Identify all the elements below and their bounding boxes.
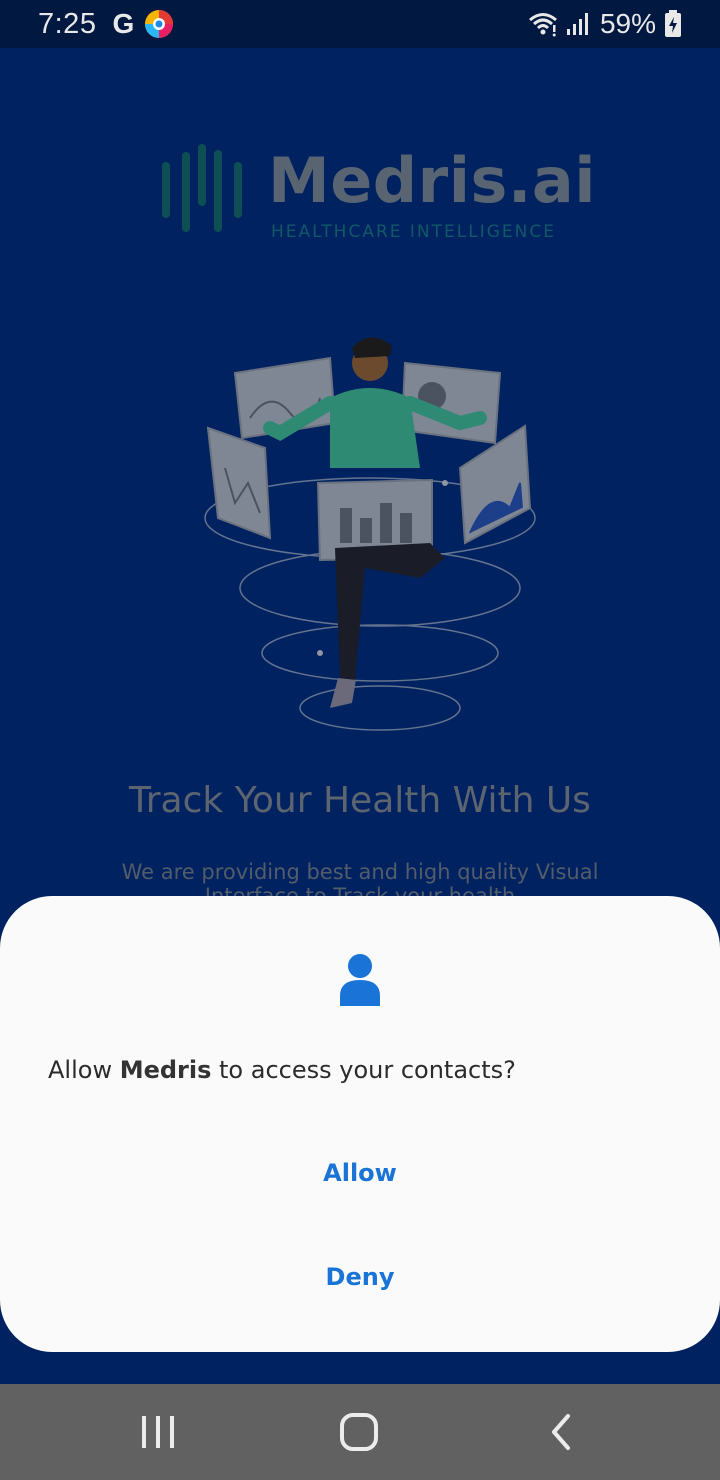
wifi-icon bbox=[528, 13, 557, 37]
health-tracking-illustration bbox=[204, 337, 536, 731]
logo-bars-icon bbox=[162, 144, 242, 232]
google-icon: G bbox=[112, 8, 135, 39]
status-right: 59% bbox=[528, 8, 682, 40]
allow-button[interactable]: Allow bbox=[0, 1133, 720, 1213]
app-logo: Medris.ai HEALTHCARE INTELLIGENCE bbox=[160, 144, 596, 244]
permission-dialog: Allow Medris to access your contacts? Al… bbox=[0, 896, 720, 1352]
app-name: Medris bbox=[119, 1056, 212, 1084]
logo-name: Medris.ai bbox=[268, 144, 597, 217]
status-time: 7:25 bbox=[38, 7, 97, 40]
browser-app-icon bbox=[145, 10, 174, 38]
battery-percent: 59% bbox=[599, 8, 656, 39]
recents-icon[interactable] bbox=[136, 1412, 180, 1452]
battery-charging-icon bbox=[665, 10, 681, 37]
message-prefix: Allow bbox=[48, 1056, 120, 1084]
permission-message: Allow Medris to access your contacts? bbox=[48, 1056, 678, 1084]
contacts-person-icon bbox=[340, 954, 380, 1006]
back-icon[interactable] bbox=[540, 1412, 584, 1452]
onboarding-headline: Track Your Health With Us bbox=[129, 780, 591, 821]
signal-icon bbox=[566, 13, 588, 35]
deny-button[interactable]: Deny bbox=[0, 1237, 720, 1317]
logo-tagline: HEALTHCARE INTELLIGENCE bbox=[271, 222, 556, 242]
home-icon[interactable] bbox=[337, 1412, 381, 1452]
message-suffix: to access your contacts? bbox=[211, 1056, 516, 1084]
status-bar: 7:25 G 59% bbox=[0, 0, 720, 48]
navigation-bar bbox=[0, 1384, 720, 1480]
